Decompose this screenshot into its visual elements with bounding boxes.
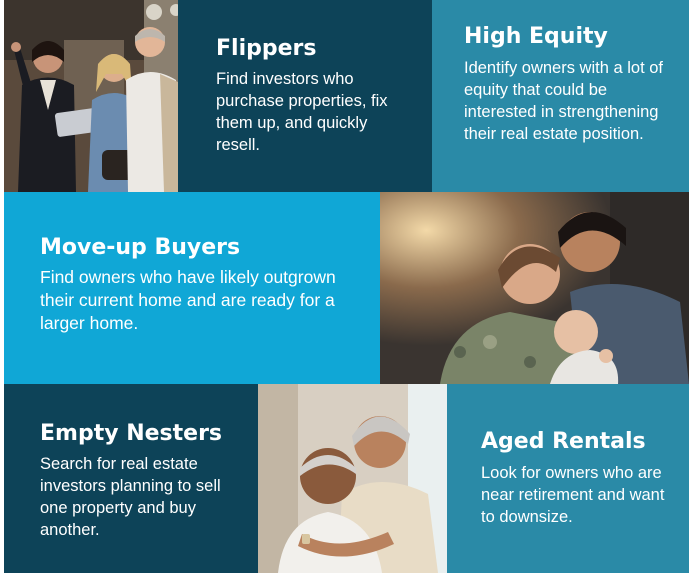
high-equity-title: High Equity [464, 24, 608, 49]
aged-rentals-tile: Aged Rentals Look for owners who are nea… [447, 384, 689, 573]
family-with-baby-photo [380, 192, 689, 384]
agent-with-couple-photo [4, 0, 178, 192]
senior-couple-photo [258, 384, 447, 573]
move-up-buyers-description: Find owners who have likely outgrown the… [40, 267, 336, 334]
flippers-title: Flippers [216, 36, 317, 61]
empty-nesters-description: Search for real estate investors plannin… [40, 455, 221, 539]
aged-rentals-title: Aged Rentals [481, 429, 646, 454]
empty-nesters-tile: Empty Nesters Search for real estate inv… [4, 384, 258, 573]
high-equity-description: Identify owners with a lot of equity tha… [464, 59, 664, 143]
empty-nesters-title: Empty Nesters [40, 421, 223, 446]
high-equity-tile: High Equity Identify owners with a lot o… [432, 0, 689, 192]
move-up-buyers-tile: Move-up Buyers Find owners who have like… [4, 192, 380, 384]
aged-rentals-description: Look for owners who are near retirement … [481, 464, 665, 526]
move-up-buyers-title: Move-up Buyers [40, 235, 241, 260]
flippers-description: Find investors who purchase properties, … [216, 70, 388, 154]
flippers-tile: Flippers Find investors who purchase pro… [178, 0, 432, 192]
